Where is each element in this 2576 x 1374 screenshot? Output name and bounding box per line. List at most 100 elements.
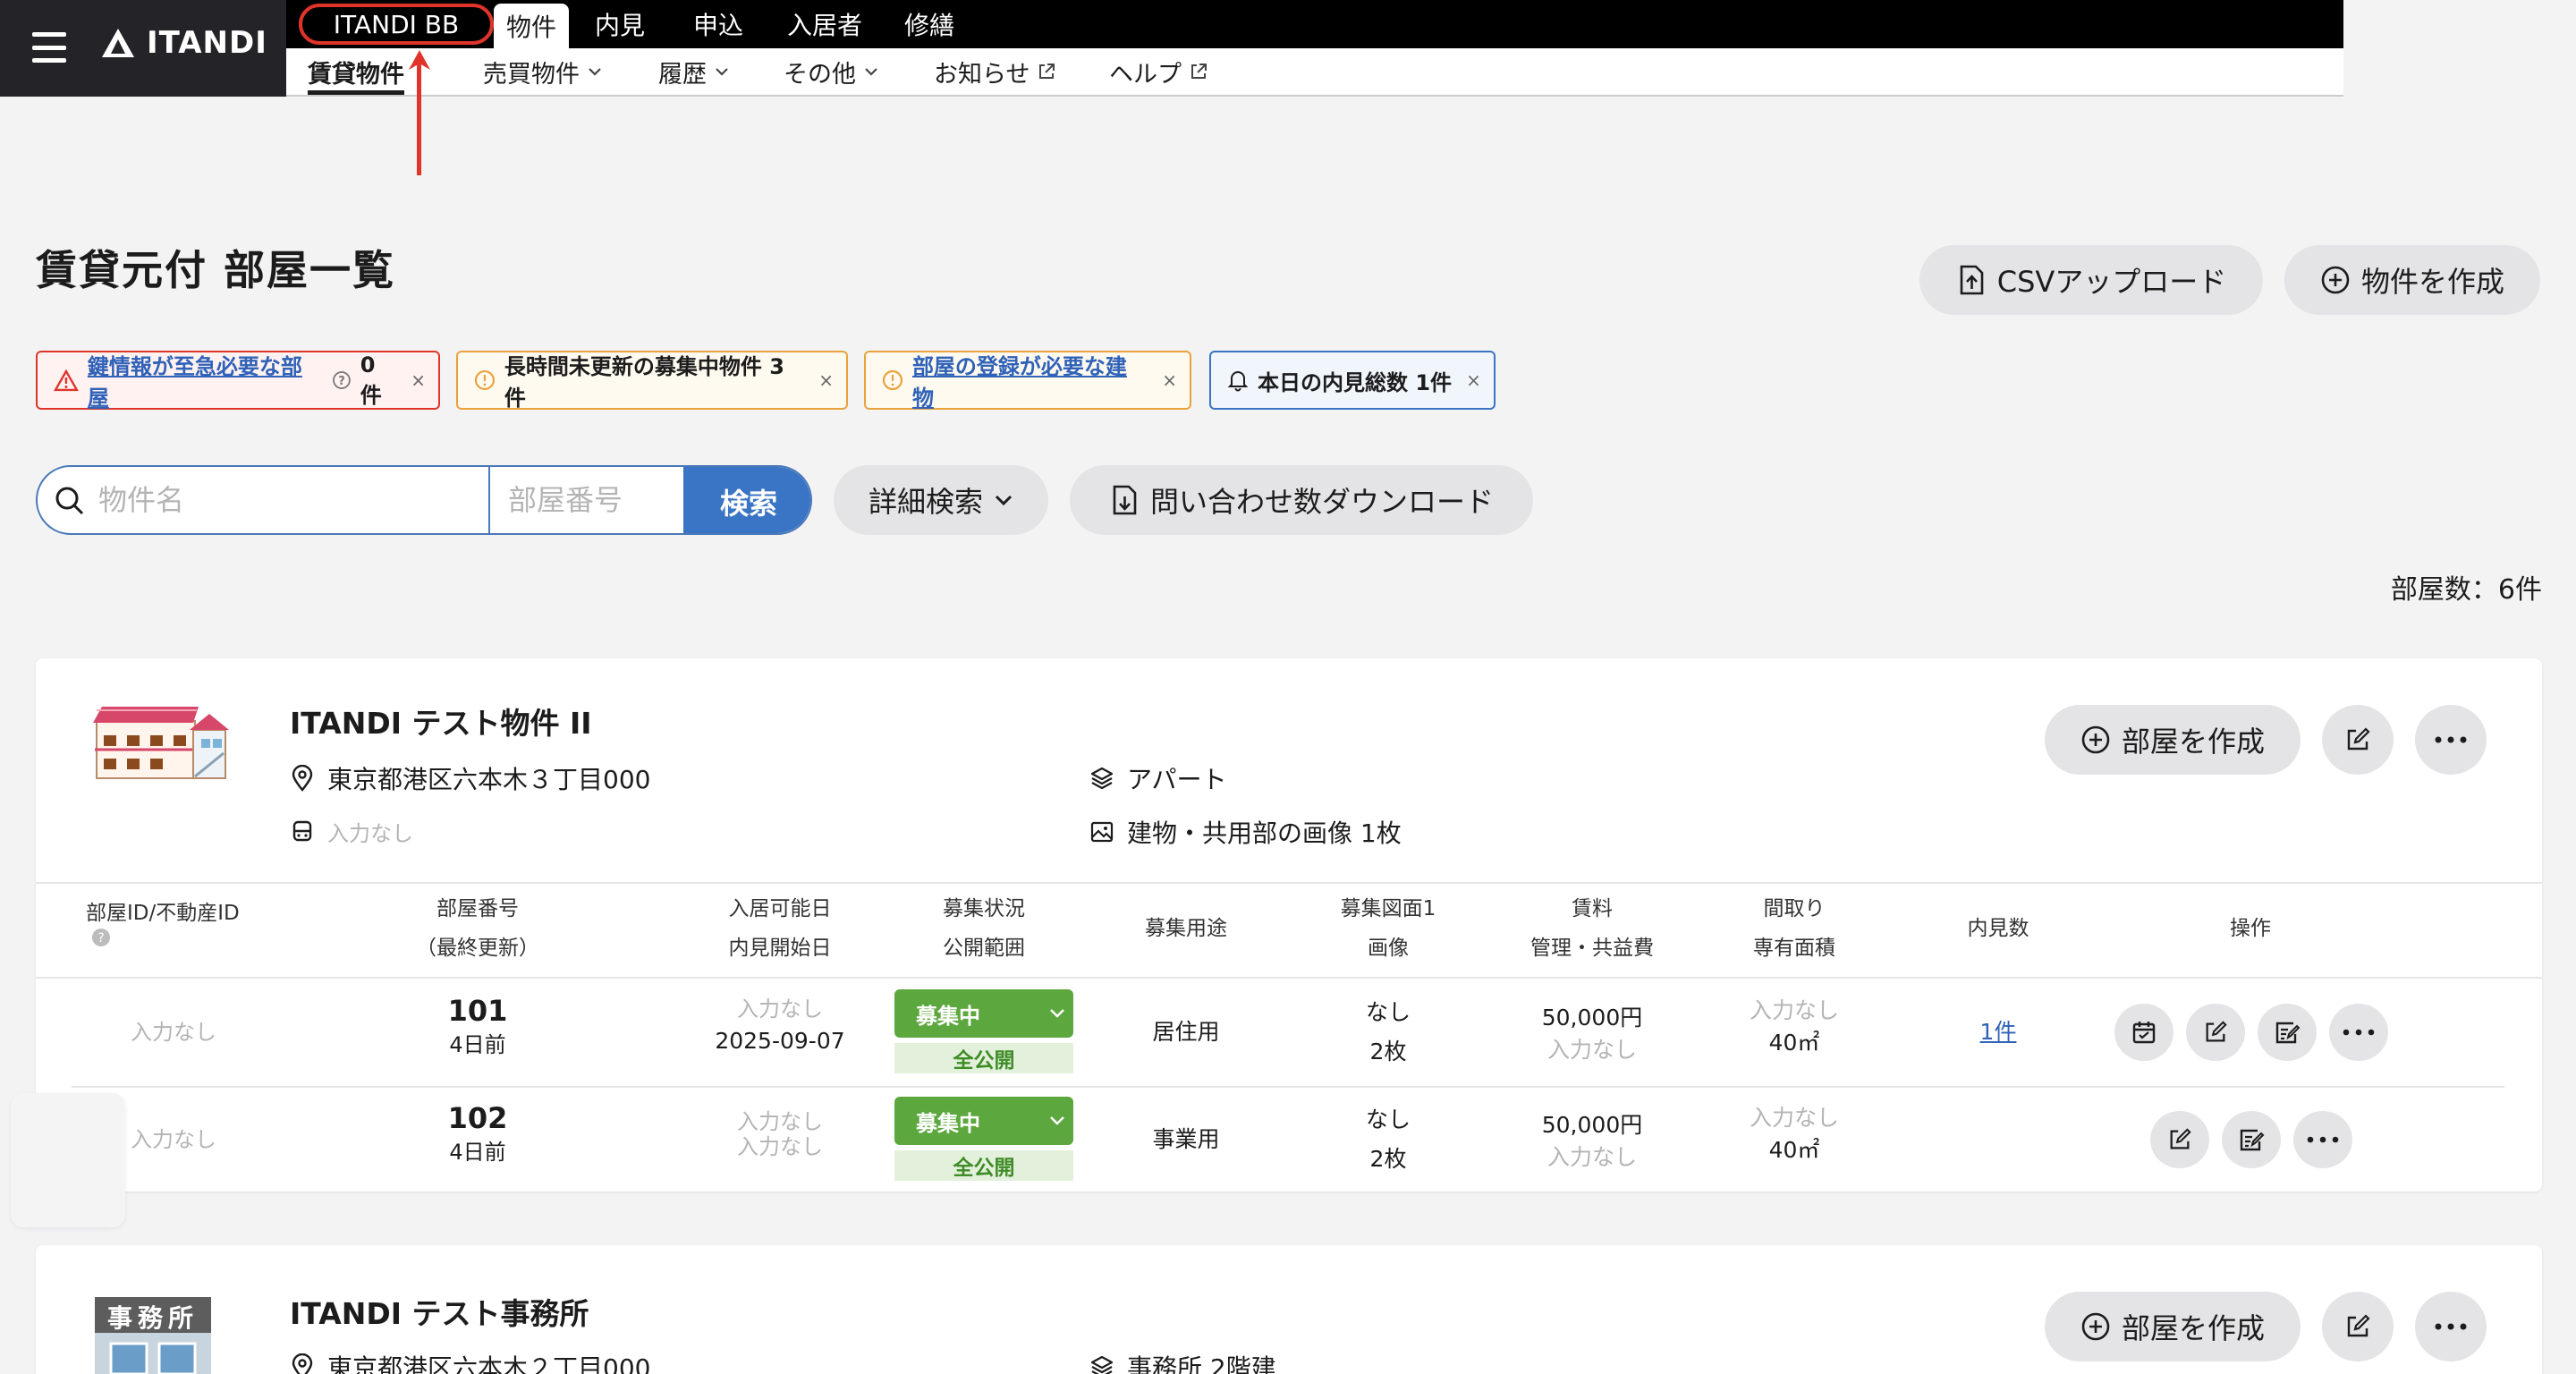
- move-in-cell: 入力なし 2025-09-07: [715, 997, 845, 1054]
- location-pin-icon: [292, 765, 313, 792]
- search-icon: [55, 487, 84, 515]
- search-button[interactable]: 検索: [683, 467, 810, 533]
- itandi-logo-icon: [102, 29, 134, 57]
- edit-icon: [2347, 1314, 2370, 1337]
- col-ops-header: 操作: [2230, 917, 2271, 940]
- help-circle-icon[interactable]: ?: [91, 928, 111, 947]
- svg-text:?: ?: [338, 375, 345, 388]
- top-tab-bar: ITANDI BB 物件 内見 申込 入居者 修繕: [286, 0, 2343, 48]
- room-number-input[interactable]: [508, 479, 669, 521]
- warning-triangle-icon: [54, 369, 79, 392]
- chevron-down-icon: [995, 495, 1013, 506]
- tab-repair[interactable]: 修繕: [891, 4, 968, 45]
- alert-close-icon[interactable]: ×: [1162, 369, 1177, 391]
- property-name[interactable]: ITANDI テスト物件 II: [290, 700, 592, 742]
- create-room-button[interactable]: 部屋を作成: [2045, 705, 2301, 775]
- train-icon: [292, 820, 312, 841]
- floor-plan-cell: なし 2枚: [1365, 999, 1411, 1064]
- room-number-link[interactable]: 101: [388, 993, 567, 1029]
- status-select[interactable]: 募集中: [894, 989, 1073, 1038]
- info-circle-icon: [474, 369, 495, 391]
- schedule-viewing-button[interactable]: [2114, 1004, 2174, 1061]
- image-icon: [1090, 821, 1114, 843]
- subtab-others[interactable]: その他: [784, 48, 879, 95]
- svg-text:?: ?: [97, 931, 104, 946]
- property-address: 東京都港区六本木３丁目000: [290, 760, 650, 796]
- edit-details-button[interactable]: [2222, 1111, 2281, 1168]
- chevron-down-icon: [1050, 1009, 1064, 1018]
- download-inquiries-button[interactable]: 問い合わせ数ダウンロード: [1070, 465, 1533, 535]
- create-room-button[interactable]: 部屋を作成: [2045, 1292, 2301, 1361]
- more-options-button[interactable]: [2329, 1004, 2388, 1061]
- external-link-icon: [1191, 64, 1207, 79]
- subtab-help[interactable]: ヘルプ: [1109, 48, 1208, 95]
- plus-circle-icon: [2321, 266, 2350, 294]
- floating-widget[interactable]: [11, 1093, 125, 1227]
- publish-badge: 全公開: [894, 1150, 1073, 1181]
- itandi-logo[interactable]: ITANDI: [100, 25, 267, 61]
- status-select[interactable]: 募集中: [894, 1097, 1073, 1145]
- alert-close-icon[interactable]: ×: [818, 369, 834, 391]
- chevron-down-icon: [589, 68, 601, 76]
- room-count: 部屋数：6件: [2390, 574, 2542, 606]
- office-sign-text: 事務所: [106, 1303, 199, 1333]
- hamburger-menu-icon[interactable]: [32, 32, 66, 63]
- subtab-rental[interactable]: 賃貸物件: [308, 48, 404, 95]
- edit-room-button[interactable]: [2186, 1004, 2245, 1061]
- tab-property[interactable]: 物件: [494, 4, 569, 48]
- room-number-link[interactable]: 102: [388, 1100, 567, 1136]
- plus-circle-icon: [2081, 725, 2110, 754]
- alert-close-icon[interactable]: ×: [411, 369, 426, 391]
- chevron-down-icon: [865, 68, 877, 76]
- more-options-button[interactable]: [2415, 705, 2487, 775]
- room-number-cell: 102 4日前: [388, 1100, 567, 1168]
- property-images[interactable]: 建物・共用部の画像 1枚: [1089, 814, 1402, 850]
- subtab-notices[interactable]: お知らせ: [934, 48, 1056, 95]
- alert-rooms-registration-link[interactable]: 部屋の登録が必要な建物: [912, 349, 1148, 411]
- viewings-count-link[interactable]: 1件: [1909, 1016, 2088, 1048]
- usage-cell: 事業用: [1152, 1126, 1220, 1152]
- edit-room-button[interactable]: [2150, 1111, 2209, 1168]
- tab-application[interactable]: 申込: [680, 4, 757, 45]
- rent-cell: 50,000円 入力なし: [1541, 1005, 1643, 1063]
- help-circle-icon[interactable]: ?: [332, 370, 352, 390]
- edit-icon: [2170, 1128, 2191, 1149]
- alert-urgent-keys-link[interactable]: 鍵情報が至急必要な部屋: [88, 349, 323, 411]
- annotation-arrow-head-icon: [409, 50, 430, 70]
- edit-details-button[interactable]: [2258, 1004, 2317, 1061]
- floor-plan-cell: なし 2枚: [1365, 1107, 1411, 1172]
- calendar-icon: [2132, 1022, 2156, 1044]
- search-divider: [488, 467, 490, 533]
- publish-badge: 全公開: [894, 1043, 1073, 1073]
- more-horizontal-icon: [2435, 1323, 2467, 1330]
- tab-viewing[interactable]: 内見: [581, 4, 658, 45]
- property-name-input[interactable]: [98, 479, 519, 521]
- csv-upload-button[interactable]: CSVアップロード: [1919, 245, 2263, 315]
- more-options-button[interactable]: [2293, 1111, 2352, 1168]
- property-type: アパート: [1089, 760, 1226, 796]
- create-property-button[interactable]: 物件を作成: [2284, 245, 2540, 315]
- annotation-arrow-line: [417, 55, 421, 175]
- edit-property-button[interactable]: [2322, 705, 2394, 775]
- subtab-sales[interactable]: 売買物件: [483, 48, 603, 95]
- col-viewings-header: 内見数: [1967, 917, 2029, 940]
- edit-icon: [2347, 727, 2370, 751]
- subtab-history[interactable]: 履歴: [658, 48, 730, 95]
- more-options-button[interactable]: [2415, 1292, 2487, 1361]
- usage-cell: 居住用: [1152, 1019, 1220, 1045]
- chevron-down-icon: [1050, 1116, 1064, 1125]
- advanced-search-button[interactable]: 詳細検索: [834, 465, 1048, 535]
- move-in-cell: 入力なし 入力なし: [737, 1109, 823, 1159]
- col-floor-plan-header: 募集図面1 画像: [1340, 897, 1436, 960]
- property-type: 事務所 2階建: [1089, 1349, 1276, 1374]
- tab-residents[interactable]: 入居者: [775, 4, 875, 45]
- alert-close-icon[interactable]: ×: [1466, 369, 1481, 391]
- tab-itandi-bb[interactable]: ITANDI BB: [299, 4, 494, 45]
- layers-icon: [1090, 767, 1114, 790]
- col-room-id-header: 部屋ID/不動産ID ?: [86, 902, 240, 947]
- property-name[interactable]: ITANDI テスト事務所: [290, 1290, 589, 1333]
- apartment-building-icon: [93, 707, 229, 779]
- alert-stale-listings: 長時間未更新の募集中物件 3件 ×: [456, 351, 848, 411]
- external-link-icon: [1039, 64, 1055, 79]
- edit-property-button[interactable]: [2322, 1292, 2394, 1361]
